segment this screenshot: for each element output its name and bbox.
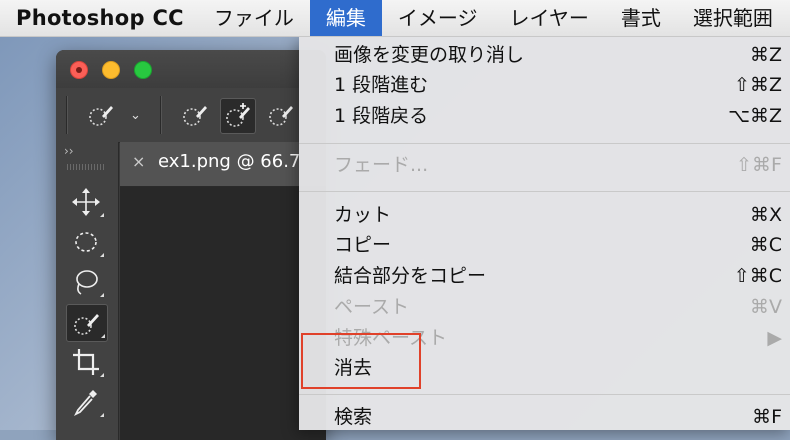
tools-panel: ›› — [56, 142, 119, 440]
options-grip — [66, 96, 68, 134]
app-menu[interactable]: Photoshop CC — [0, 0, 198, 36]
menu-image[interactable]: イメージ — [382, 0, 494, 36]
menu-file[interactable]: ファイル — [198, 0, 310, 36]
tool-group-indicator — [100, 373, 104, 377]
menu-item-step-backward[interactable]: 1 段階戻る ⌥⌘Z — [299, 101, 790, 131]
menu-item-shortcut: ⌘F — [752, 406, 782, 428]
menu-item-label: カット — [334, 204, 392, 226]
menu-item-shortcut: ⇧⌘Z — [734, 74, 782, 96]
menu-item-fade: フェード... ⇧⌘F — [299, 150, 790, 180]
menu-item-copy-merged[interactable]: 結合部分をコピー ⇧⌘C — [299, 261, 790, 291]
menu-item-shortcut: ⌘V — [750, 296, 782, 318]
menu-item-step-forward[interactable]: 1 段階進む ⇧⌘Z — [299, 70, 790, 100]
chevron-down-icon[interactable]: ⌄ — [130, 108, 141, 123]
new-selection-icon[interactable] — [178, 98, 212, 132]
close-document-icon[interactable]: × — [132, 152, 145, 171]
marquee-tool[interactable] — [66, 224, 106, 260]
menu-item-find[interactable]: 検索 ⌘F — [299, 402, 790, 432]
menu-item-label: 1 段階戻る — [334, 105, 429, 127]
menu-item-label: 検索 — [334, 406, 373, 428]
add-to-selection-icon[interactable] — [220, 98, 256, 134]
menu-item-shortcut: ⌘X — [749, 204, 782, 226]
minimize-window-button[interactable] — [102, 61, 120, 79]
menu-edit[interactable]: 編集 — [309, 0, 382, 36]
panel-grip[interactable] — [67, 164, 105, 170]
eyedropper-tool[interactable] — [66, 384, 106, 420]
menu-separator — [299, 394, 790, 395]
zoom-window-button[interactable] — [134, 61, 152, 79]
document-tab-title: ex1.png @ 66.7 — [158, 151, 301, 172]
annotation-highlight-box — [301, 333, 421, 389]
menu-bar: Photoshop CC ファイル 編集 イメージ レイヤー 書式 選択範囲 — [0, 0, 790, 37]
quick-selection-tool[interactable] — [66, 304, 108, 342]
document-tab[interactable]: × ex1.png @ 66.7 — [120, 142, 326, 187]
lasso-tool[interactable] — [66, 264, 106, 300]
menu-item-shortcut: ⌘Z — [749, 44, 782, 66]
menu-separator — [299, 191, 790, 192]
menu-item-label: 1 段階進む — [334, 74, 429, 96]
menu-item-label: フェード... — [334, 154, 429, 176]
menu-item-copy[interactable]: コピー ⌘C — [299, 230, 790, 260]
tool-group-indicator — [100, 213, 104, 217]
tool-group-indicator — [101, 334, 105, 338]
menu-item-shortcut: ⌥⌘Z — [728, 105, 782, 127]
menu-item-shortcut: ⇧⌘C — [733, 265, 782, 287]
menu-item-shortcut: ⌘C — [749, 234, 782, 256]
menu-item-label: コピー — [334, 234, 392, 256]
tool-group-indicator — [100, 293, 104, 297]
canvas-area[interactable] — [120, 187, 326, 440]
move-tool[interactable] — [66, 184, 106, 220]
menu-item-label: 画像を変更の取り消し — [334, 44, 525, 66]
crop-tool[interactable] — [66, 344, 106, 380]
submenu-arrow-icon: ▶ — [767, 327, 782, 349]
menu-type[interactable]: 書式 — [605, 0, 677, 36]
tool-group-indicator — [100, 413, 104, 417]
menu-separator — [299, 143, 790, 144]
options-separator — [160, 96, 162, 134]
menu-item-shortcut: ⇧⌘F — [736, 154, 782, 176]
window-titlebar — [56, 50, 326, 88]
collapse-panel-icon[interactable]: ›› — [64, 144, 74, 158]
menu-item-label: ペースト — [334, 296, 410, 318]
tool-preset-quick-selection-icon[interactable] — [84, 98, 118, 132]
options-bar: ⌄ — [56, 88, 326, 143]
close-window-button[interactable] — [70, 61, 88, 79]
tool-group-indicator — [100, 253, 104, 257]
menu-select[interactable]: 選択範囲 — [677, 0, 789, 36]
menu-item-label: 結合部分をコピー — [334, 265, 487, 287]
menu-item-undo[interactable]: 画像を変更の取り消し ⌘Z — [299, 40, 790, 70]
menu-layer[interactable]: レイヤー — [494, 0, 605, 36]
subtract-from-selection-icon[interactable] — [264, 98, 298, 132]
photoshop-window: ⌄ ›› × ex1.png @ 66.7 — [56, 50, 326, 440]
menu-item-paste: ペースト ⌘V — [299, 292, 790, 322]
menu-item-cut[interactable]: カット ⌘X — [299, 200, 790, 230]
